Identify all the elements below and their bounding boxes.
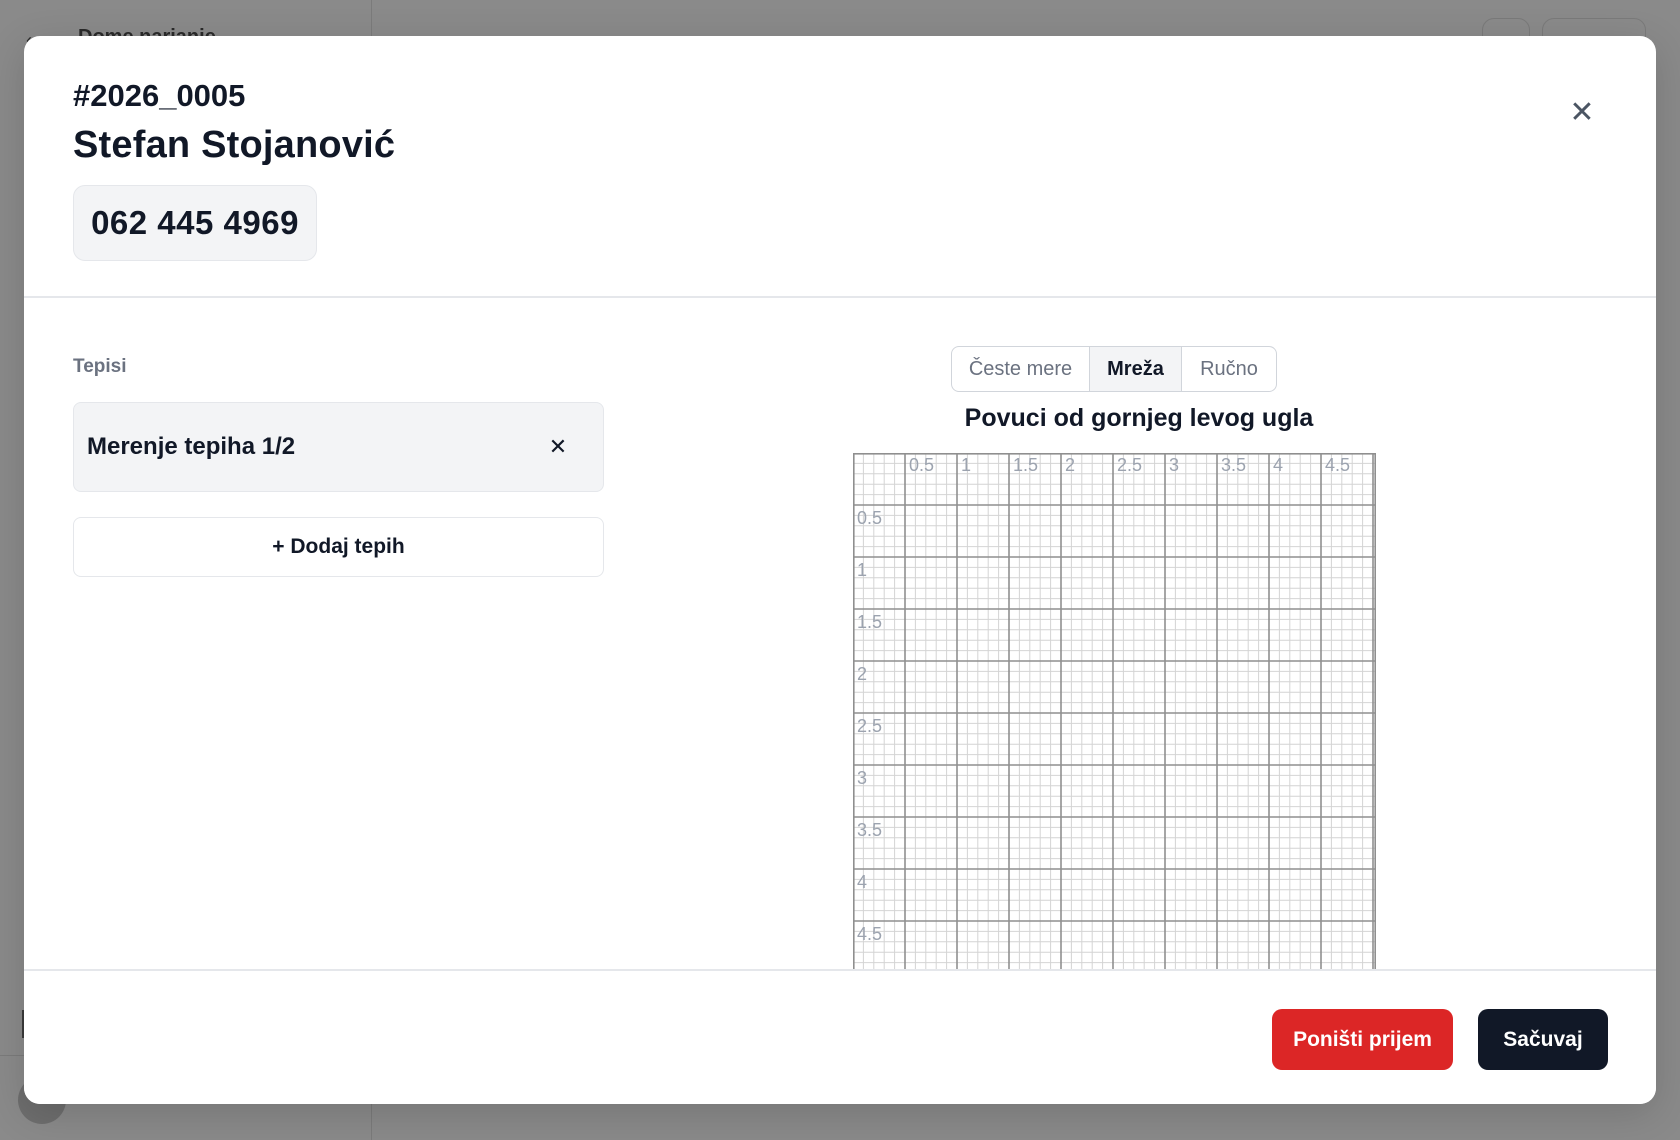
grid-left-label: 2 [857,664,867,684]
grid-top-label: 3.5 [1221,455,1246,475]
order-modal: #2026_0005 Stefan Stojanović 062 445 496… [24,36,1656,1104]
phone-number[interactable]: 062 445 4969 [73,185,317,261]
grid-left-label: 2.5 [857,716,882,736]
grid-left-label: 4 [857,872,867,892]
grid-top-label: 0.5 [909,455,934,475]
grid-left-label: 1.5 [857,612,882,632]
grid-left-label: 3 [857,768,867,788]
modal-footer: Poništi prijem Sačuvaj [24,969,1656,1104]
measurement-grid[interactable]: 0.5 1 1.5 2 2.5 3 3.5 4 4.5 0.5 1 1.5 2 2.5 3 3.5 4 4.5 [853,453,1376,1004]
grid-left-label: 3.5 [857,820,882,840]
tab-common-sizes[interactable]: Česte mere [952,347,1090,391]
measure-mode-tabs: Česte mere Mreža Ručno [951,346,1277,392]
order-id: #2026_0005 [73,78,246,113]
carpets-section-label: Tepisi [73,356,127,377]
close-icon[interactable]: ✕ [544,433,572,461]
customer-name: Stefan Stojanović [73,124,396,166]
grid-top-label: 2 [1065,455,1075,475]
tab-grid[interactable]: Mreža [1090,347,1182,391]
grid-top-label: 3 [1169,455,1179,475]
grid-top-label: 1.5 [1013,455,1038,475]
grid-top-label: 4 [1273,455,1283,475]
grid-top-label: 1 [961,455,971,475]
tab-manual[interactable]: Ručno [1182,347,1276,391]
carpet-item-label: Merenje tepiha 1/2 [87,433,296,460]
grid-top-label: 2.5 [1117,455,1142,475]
cancel-intake-button[interactable]: Poništi prijem [1272,1009,1453,1070]
grid-left-label: 4.5 [857,924,882,944]
modal-header: #2026_0005 Stefan Stojanović 062 445 496… [24,36,1656,298]
add-carpet-button[interactable]: + Dodaj tepih [73,517,604,577]
grid-instruction: Povuci od gornjeg levog ugla [964,404,1314,432]
measurement-grid-canvas[interactable]: 0.5 1 1.5 2 2.5 3 3.5 4 4.5 0.5 1 1.5 2 2.5 3 3.5 4 4.5 [853,453,1376,1004]
carpet-item[interactable]: Merenje tepiha 1/2 ✕ [73,402,604,492]
grid-left-label: 1 [857,560,867,580]
grid-top-label: 4.5 [1325,455,1350,475]
save-button[interactable]: Sačuvaj [1478,1009,1608,1070]
close-icon[interactable]: ✕ [1564,94,1600,130]
grid-left-label: 0.5 [857,508,882,528]
